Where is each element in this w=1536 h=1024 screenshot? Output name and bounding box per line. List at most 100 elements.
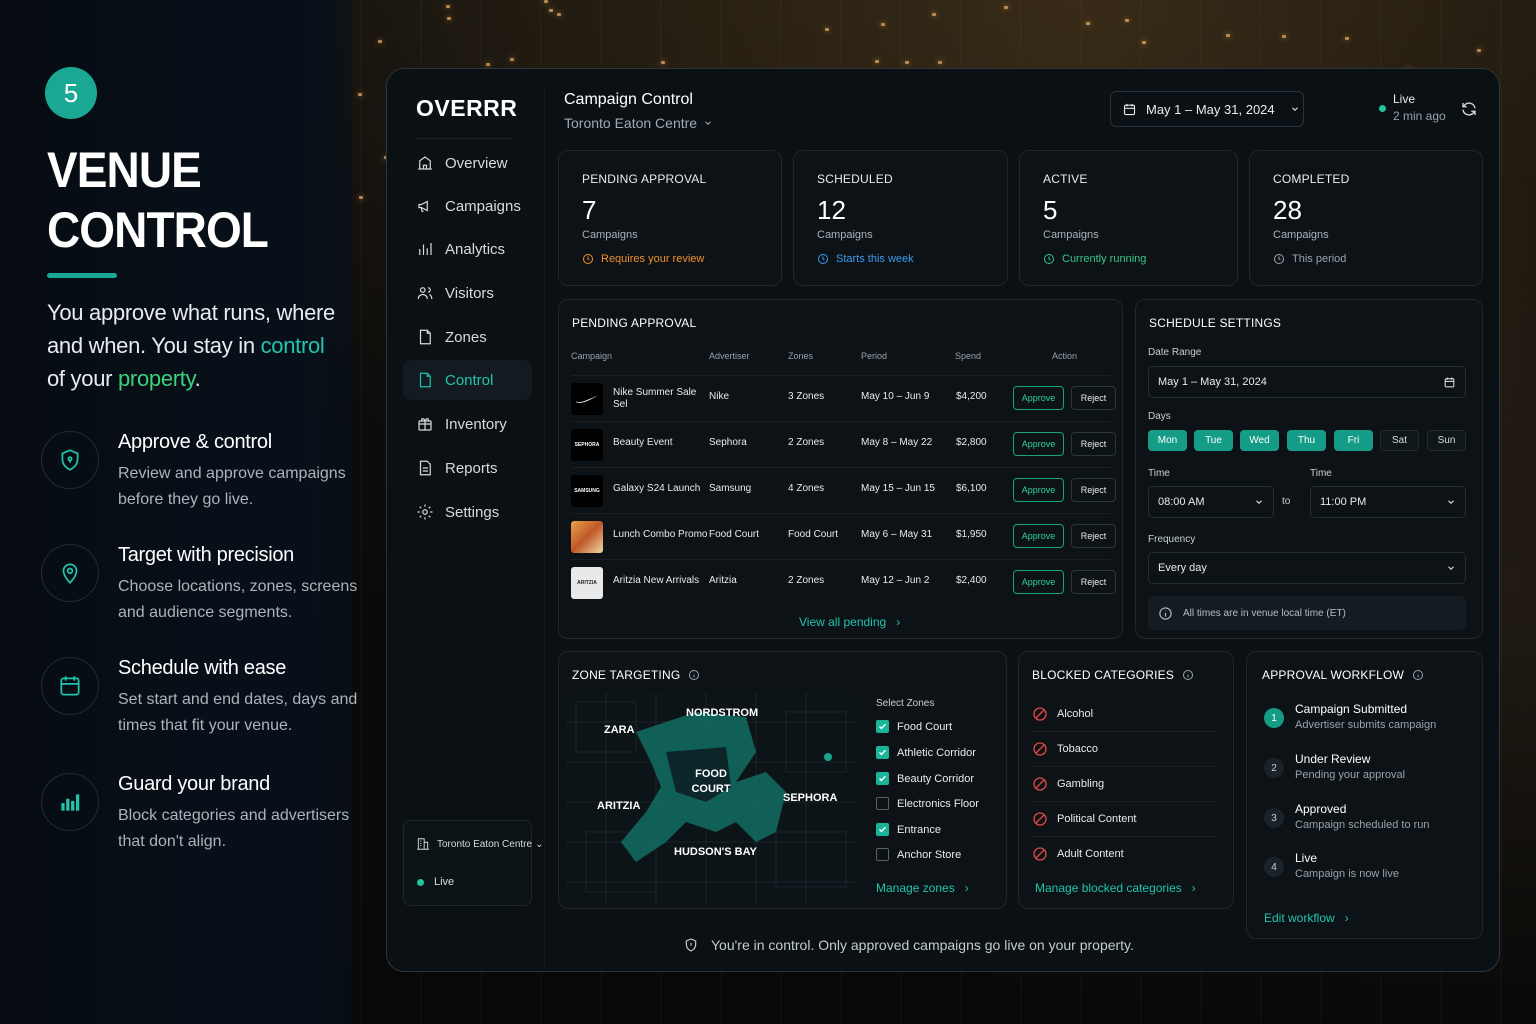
category-name: Adult Content xyxy=(1057,848,1124,860)
sidebar-item-campaigns[interactable]: Campaigns xyxy=(403,186,532,226)
category-name: Political Content xyxy=(1057,813,1137,825)
approve-button[interactable]: Approve xyxy=(1013,478,1064,502)
day-toggle-sun[interactable]: Sun xyxy=(1427,430,1466,451)
step-number: 4 xyxy=(1264,857,1284,877)
sidebar-item-reports[interactable]: Reports xyxy=(403,448,532,488)
zone-checkbox-beauty-corridor[interactable]: Beauty Corridor xyxy=(876,772,974,785)
edit-workflow-link[interactable]: Edit workflow › xyxy=(1264,911,1349,925)
reject-button[interactable]: Reject xyxy=(1071,478,1116,502)
reject-button[interactable]: Reject xyxy=(1071,524,1116,548)
sidebar-item-visitors[interactable]: Visitors xyxy=(403,273,532,313)
card-title: APPROVAL WORKFLOW xyxy=(1262,668,1424,682)
sidebar-item-settings[interactable]: Settings xyxy=(403,492,532,532)
blocked-category-alcohol[interactable]: Alcohol xyxy=(1032,696,1218,731)
day-toggle-tue[interactable]: Tue xyxy=(1194,430,1233,451)
day-toggle-wed[interactable]: Wed xyxy=(1240,430,1279,451)
feature-desc: Set start and end dates, days and times … xyxy=(118,691,358,734)
approve-button[interactable]: Approve xyxy=(1013,386,1064,410)
reject-button[interactable]: Reject xyxy=(1071,386,1116,410)
day-toggle-sat[interactable]: Sat xyxy=(1380,430,1419,451)
shield-icon xyxy=(685,938,697,952)
blocked-category-political[interactable]: Political Content xyxy=(1032,801,1218,836)
card-title: ZONE TARGETING xyxy=(572,668,700,682)
schedule-settings-card: SCHEDULE SETTINGS Date Range May 1 – May… xyxy=(1135,299,1483,639)
column-header: Advertiser xyxy=(709,351,750,361)
blocked-category-tobacco[interactable]: Tobacco xyxy=(1032,731,1218,766)
table-row[interactable]: SAMSUNG Galaxy S24 Launch Samsung 4 Zone… xyxy=(571,467,1116,513)
date-range-picker[interactable]: May 1 – May 31, 2024 xyxy=(1110,91,1304,127)
sidebar-item-inventory[interactable]: Inventory xyxy=(403,404,532,444)
reject-button[interactable]: Reject xyxy=(1071,432,1116,456)
table-row[interactable]: ARITZIA Aritzia New Arrivals Aritzia 2 Z… xyxy=(571,559,1116,605)
card-title-text: BLOCKED CATEGORIES xyxy=(1032,668,1175,682)
sidebar-item-control[interactable]: Control xyxy=(403,360,532,400)
map-label-food-court: FOOD COURT xyxy=(691,768,731,795)
location-pin-icon xyxy=(41,544,99,602)
day-toggle-thu[interactable]: Thu xyxy=(1287,430,1326,451)
frequency-select[interactable]: Every day xyxy=(1148,552,1466,584)
chevron-down-icon xyxy=(1256,500,1262,504)
date-range-field[interactable]: May 1 – May 31, 2024 xyxy=(1148,366,1466,398)
checkbox-checked[interactable] xyxy=(876,823,889,836)
window-light xyxy=(447,17,451,20)
window-light xyxy=(1125,19,1129,22)
field-value: 08:00 AM xyxy=(1158,496,1205,508)
checkbox-checked[interactable] xyxy=(876,746,889,759)
blocked-category-gambling[interactable]: Gambling xyxy=(1032,766,1218,801)
sidebar-item-overview[interactable]: Overview xyxy=(403,143,532,183)
end-time-select[interactable]: 11:00 PM xyxy=(1310,486,1466,518)
stat-card-scheduled[interactable]: SCHEDULED 12 Campaigns Starts this week xyxy=(793,150,1008,286)
view-all-pending-link[interactable]: View all pending › xyxy=(799,615,900,629)
step-title: Under Review xyxy=(1295,752,1371,766)
sidebar-item-analytics[interactable]: Analytics xyxy=(403,229,532,269)
checkbox-unchecked[interactable] xyxy=(876,797,889,810)
table-row[interactable]: SEPHORA Beauty Event Sephora 2 Zones May… xyxy=(571,421,1116,467)
table-row[interactable]: Nike Summer Sale Sel Nike 3 Zones May 10… xyxy=(571,375,1116,421)
stat-label: PENDING APPROVAL xyxy=(582,172,707,186)
checkbox-checked[interactable] xyxy=(876,720,889,733)
stat-card-active[interactable]: ACTIVE 5 Campaigns Currently running xyxy=(1019,150,1238,286)
stat-card-completed[interactable]: COMPLETED 28 Campaigns This period xyxy=(1249,150,1483,286)
zones: 2 Zones xyxy=(788,437,825,448)
checkbox-checked[interactable] xyxy=(876,772,889,785)
checkbox-unchecked[interactable] xyxy=(876,848,889,861)
blocked-categories-card: BLOCKED CATEGORIES Alcohol Tobacco Gambl… xyxy=(1018,651,1234,909)
zone-checkbox-anchor-store[interactable]: Anchor Store xyxy=(876,848,961,861)
step-number: 2 xyxy=(1264,758,1284,778)
analytics-icon xyxy=(419,243,432,255)
day-toggle-mon[interactable]: Mon xyxy=(1148,430,1187,451)
calendar-icon xyxy=(1444,377,1455,387)
zone-map[interactable]: ZARA NORDSTROM FOOD COURT ARITZIA SEPHOR… xyxy=(566,692,856,904)
window-light xyxy=(557,13,561,16)
blocked-category-adult[interactable]: Adult Content xyxy=(1032,836,1218,871)
time-separator: to xyxy=(1282,496,1291,507)
hero-title: VENUE CONTROL xyxy=(47,140,269,260)
map-label-nordstrom: NORDSTROM xyxy=(686,707,759,719)
approve-button[interactable]: Approve xyxy=(1013,432,1064,456)
day-toggle-fri[interactable]: Fri xyxy=(1334,430,1373,451)
zone-checkbox-entrance[interactable]: Entrance xyxy=(876,823,941,836)
tagline-accent-property: property xyxy=(117,366,195,391)
zone-checkbox-food-court[interactable]: Food Court xyxy=(876,720,952,733)
sidebar-item-label: Analytics xyxy=(445,240,506,258)
table-row[interactable]: Lunch Combo Promo Food Court Food Court … xyxy=(571,513,1116,559)
reject-button[interactable]: Reject xyxy=(1071,570,1116,594)
sidebar-item-label: Settings xyxy=(445,503,500,521)
stat-note: Requires your review xyxy=(582,253,704,265)
window-light xyxy=(549,9,553,12)
manage-blocked-link[interactable]: Manage blocked categories › xyxy=(1035,881,1196,895)
zone-checkbox-athletic-corridor[interactable]: Athletic Corridor xyxy=(876,746,976,759)
card-title-text: ZONE TARGETING xyxy=(572,668,681,682)
approve-button[interactable]: Approve xyxy=(1013,524,1064,548)
chevron-down-icon xyxy=(1448,500,1454,504)
sidebar-item-zones[interactable]: Zones xyxy=(403,317,532,357)
stat-unit: Campaigns xyxy=(1043,229,1099,241)
refresh-icon[interactable] xyxy=(1460,100,1478,123)
venue-dropdown[interactable]: Toronto Eaton Centre xyxy=(564,115,713,131)
zone-checkbox-electronics-floor[interactable]: Electronics Floor xyxy=(876,797,979,810)
approve-button[interactable]: Approve xyxy=(1013,570,1064,594)
manage-zones-link[interactable]: Manage zones › xyxy=(876,881,969,895)
venue-selector[interactable]: Toronto Eaton Centre ⌄ Live xyxy=(403,820,543,906)
start-time-select[interactable]: 08:00 AM xyxy=(1148,486,1274,518)
stat-card-pending[interactable]: PENDING APPROVAL 7 Campaigns Requires yo… xyxy=(558,150,782,286)
